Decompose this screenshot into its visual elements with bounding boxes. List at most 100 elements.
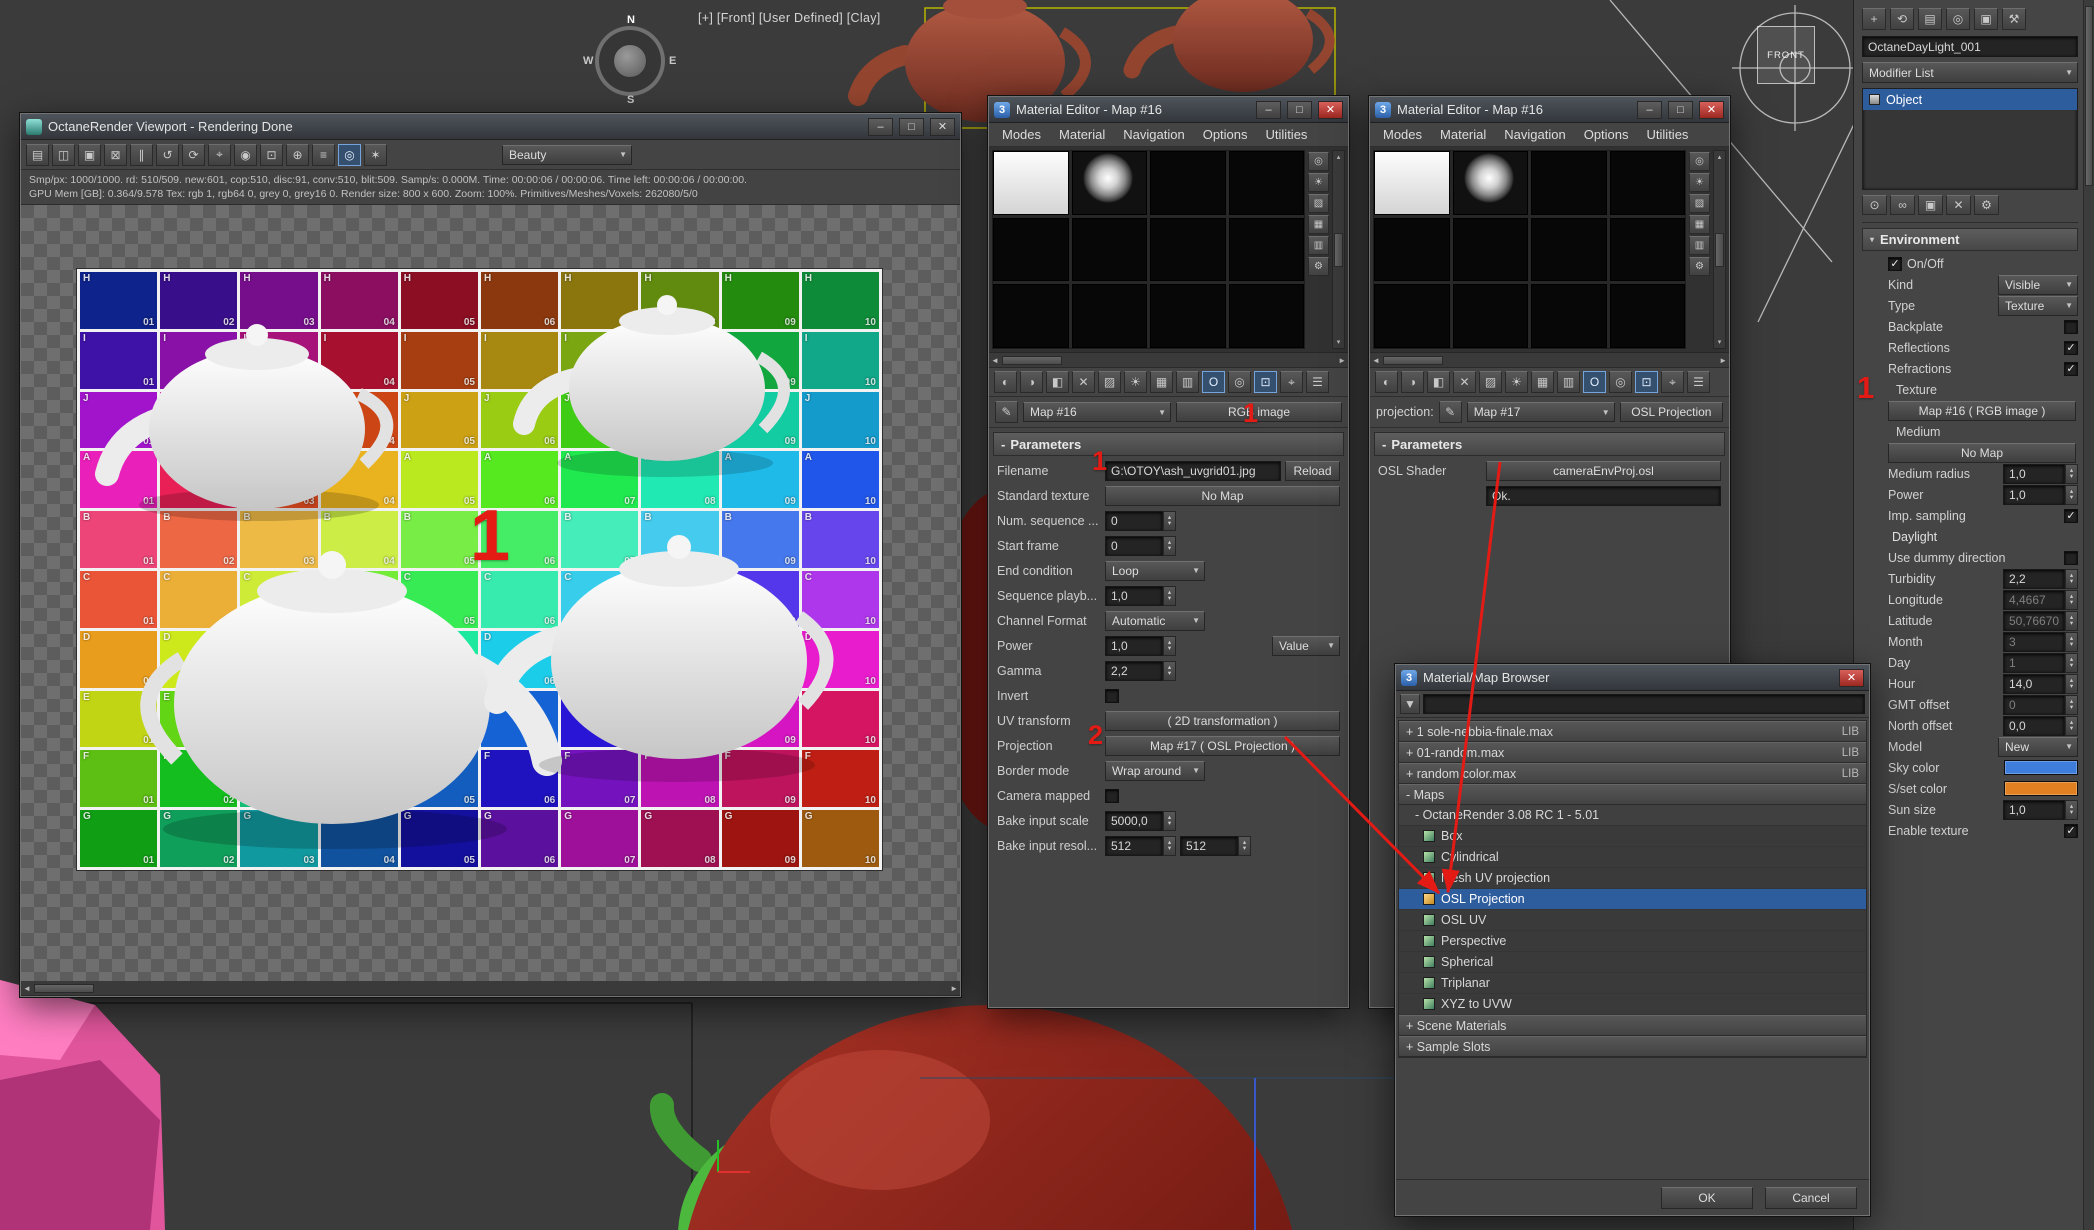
material-slot[interactable]: [993, 218, 1069, 282]
material-slot[interactable]: [1453, 151, 1529, 215]
slots-vscrollbar[interactable]: ▴▾: [1713, 150, 1726, 349]
motion-tab-icon[interactable]: ◎: [1946, 8, 1970, 30]
spinner-value[interactable]: 0: [2003, 695, 2065, 715]
viewport-compass[interactable]: N W S E: [585, 16, 675, 106]
stack-item-object[interactable]: Object: [1863, 89, 2077, 110]
param-button[interactable]: cameraEnvProj.osl: [1486, 461, 1721, 481]
video-check-icon[interactable]: ▥: [1176, 371, 1199, 393]
spinner-value[interactable]: 1,0: [1105, 636, 1163, 656]
material-slot[interactable]: [1150, 218, 1226, 282]
spinner-arrows[interactable]: ▴▾: [2065, 611, 2078, 631]
material-slot[interactable]: [1531, 284, 1607, 348]
material-slot[interactable]: [1374, 284, 1450, 348]
compass-south[interactable]: S: [627, 94, 634, 106]
pin-stack-icon[interactable]: ⊙: [1862, 195, 1887, 215]
pick-from-object-icon[interactable]: ✎: [995, 401, 1018, 423]
browser-item-osl-uv[interactable]: OSL UV: [1399, 910, 1866, 931]
display-tab-icon[interactable]: ▣: [1974, 8, 1998, 30]
spinner-arrows[interactable]: ▴▾: [1163, 586, 1176, 606]
modifier-list-dropdown[interactable]: Modifier List▼: [1862, 62, 2078, 83]
render-pass-dropdown[interactable]: Beauty▼: [502, 145, 632, 165]
spinner-value[interactable]: 0,0: [2003, 716, 2065, 736]
map-type-button[interactable]: OSL Projection: [1620, 402, 1723, 422]
get-material-icon[interactable]: ◐: [994, 371, 1017, 393]
video-color-icon[interactable]: ▥: [1308, 236, 1329, 255]
close-button[interactable]: ✕: [1318, 101, 1343, 119]
assign-material-icon[interactable]: ◧: [1427, 371, 1450, 393]
color-swatch[interactable]: [2004, 781, 2078, 796]
filename-field[interactable]: G:\OTOY\ash_uvgrid01.jpg: [1105, 461, 1281, 481]
spinner-value[interactable]: 0: [1105, 536, 1163, 556]
spinner-arrows[interactable]: ▴▾: [2065, 632, 2078, 652]
spinner-arrows[interactable]: ▴▾: [2065, 674, 2078, 694]
spinner-arrows[interactable]: ▴▾: [1163, 811, 1176, 831]
map-type-button[interactable]: RGB image: [1176, 402, 1342, 422]
map-name-dropdown[interactable]: Map #17▼: [1467, 402, 1615, 422]
viewcube[interactable]: FRONT: [1757, 26, 1815, 84]
menu-options[interactable]: Options: [1194, 125, 1257, 144]
material-slot[interactable]: [1072, 284, 1148, 348]
material-slot[interactable]: [1374, 218, 1450, 282]
viewport-label[interactable]: [+] [Front] [User Defined] [Clay]: [698, 11, 881, 25]
maximize-button[interactable]: □: [1668, 101, 1693, 119]
hierarchy-tab-icon[interactable]: ▤: [1918, 8, 1942, 30]
minimize-button[interactable]: –: [1256, 101, 1281, 119]
camera-icon[interactable]: ◉: [234, 144, 257, 166]
assign-material-icon[interactable]: ◧: [1046, 371, 1069, 393]
material-slot[interactable]: [1453, 284, 1529, 348]
put-material-icon[interactable]: ◑: [1401, 371, 1424, 393]
tiling-icon[interactable]: ▦: [1150, 371, 1173, 393]
spinner-arrows[interactable]: ▴▾: [2065, 464, 2078, 484]
parameters-rollout[interactable]: - Parameters: [1374, 432, 1725, 456]
checkbox[interactable]: ✓: [2064, 362, 2078, 376]
spinner-arrows[interactable]: ▴▾: [2065, 590, 2078, 610]
zoom-icon[interactable]: ⊕: [286, 144, 309, 166]
lock-image-icon[interactable]: ⊠: [104, 144, 127, 166]
titlebar[interactable]: 3 Material/Map Browser ✕: [1396, 665, 1869, 691]
configure-modifier-icon[interactable]: ⚙: [1974, 195, 1999, 215]
checkbox[interactable]: ✓: [1888, 257, 1902, 271]
spinner-value[interactable]: 4,4667: [2003, 590, 2065, 610]
spinner-arrows[interactable]: ▴▾: [2065, 695, 2078, 715]
map-assignment-button[interactable]: No Map: [1888, 443, 2076, 463]
compass-north[interactable]: N: [627, 14, 635, 26]
spinner-value[interactable]: 5000,0: [1105, 811, 1163, 831]
menu-material[interactable]: Material: [1050, 125, 1114, 144]
material-slot[interactable]: [1610, 284, 1686, 348]
background-icon[interactable]: ▨: [1098, 371, 1121, 393]
refresh-icon[interactable]: ⟳: [182, 144, 205, 166]
map-assignment-button[interactable]: Map #16 ( RGB image ): [1888, 401, 2076, 421]
material-slot[interactable]: [1150, 151, 1226, 215]
show-map-icon[interactable]: ◎: [1609, 371, 1632, 393]
browser-item-mesh-uv-projection[interactable]: Mesh UV projection: [1399, 868, 1866, 889]
search-input[interactable]: [1423, 694, 1865, 714]
backlight-icon[interactable]: ☀: [1689, 173, 1710, 192]
pattern-background-icon[interactable]: ▨: [1308, 194, 1329, 213]
backlight-icon[interactable]: ☀: [1308, 173, 1329, 192]
minimize-button[interactable]: –: [1637, 101, 1662, 119]
spinner-arrows[interactable]: ▴▾: [2065, 653, 2078, 673]
restart-render-icon[interactable]: ↺: [156, 144, 179, 166]
browser-item-sample-slots[interactable]: + Sample Slots: [1399, 1036, 1866, 1057]
spinner-value[interactable]: 1,0: [2003, 800, 2065, 820]
menu-options[interactable]: Options: [1575, 125, 1638, 144]
focus-picker-icon[interactable]: ⌖: [208, 144, 231, 166]
dropdown[interactable]: Wrap around▼: [1105, 761, 1205, 781]
material-slot[interactable]: [1610, 218, 1686, 282]
checkbox[interactable]: ✓: [2064, 509, 2078, 523]
get-material-icon[interactable]: ◐: [1375, 371, 1398, 393]
material-slot[interactable]: [993, 284, 1069, 348]
tiling-icon[interactable]: ▦: [1308, 215, 1329, 234]
material-slot[interactable]: [1072, 151, 1148, 215]
material-slot[interactable]: [1229, 151, 1305, 215]
dropdown[interactable]: Automatic▼: [1105, 611, 1205, 631]
render-hscrollbar[interactable]: ◄►: [21, 981, 960, 996]
layers-icon[interactable]: ≡: [312, 144, 335, 166]
show-end-result-icon[interactable]: ∞: [1890, 195, 1915, 215]
pattern-background-icon[interactable]: ▨: [1689, 194, 1710, 213]
file-menu-icon[interactable]: ▤: [26, 144, 49, 166]
menu-material[interactable]: Material: [1431, 125, 1495, 144]
slots-hscrollbar[interactable]: ◄►: [989, 353, 1348, 368]
maximize-button[interactable]: □: [899, 118, 924, 136]
spinner-value[interactable]: 1,0: [2003, 485, 2065, 505]
